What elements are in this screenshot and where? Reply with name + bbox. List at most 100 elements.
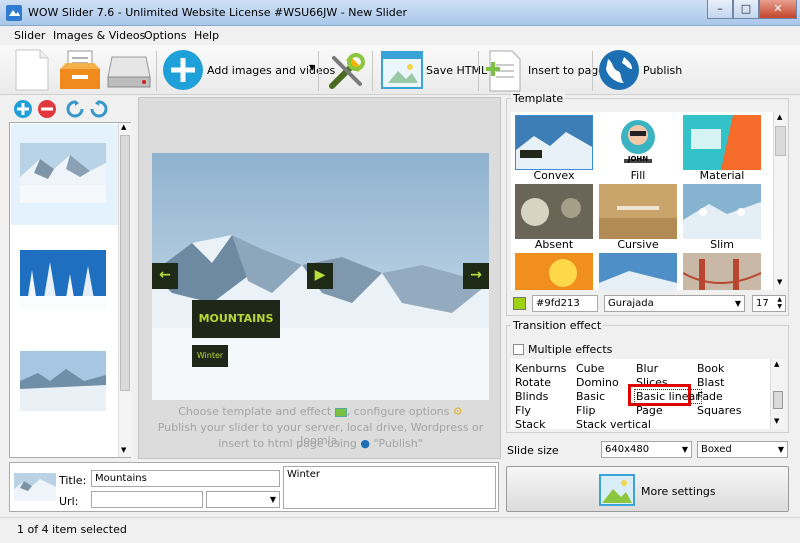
spin-icon: ▲ ▼ — [777, 296, 782, 310]
menu-options[interactable]: Options — [144, 29, 186, 42]
font-size-stepper[interactable]: 17 ▲ ▼ — [752, 295, 786, 312]
template-absent[interactable] — [515, 184, 593, 239]
add-dropdown-caret-icon[interactable]: ▼ — [309, 63, 315, 72]
add-slide-icon[interactable] — [13, 99, 33, 119]
options-hint-icon: ⚙ — [452, 405, 463, 418]
rotate-right-icon[interactable] — [90, 100, 108, 118]
selected-effect-highlight[interactable]: Basic linear — [628, 384, 702, 406]
close-button[interactable]: ✕ — [759, 0, 797, 19]
settings-tools-icon[interactable] — [326, 50, 368, 92]
menu-bar: Slider Images & Videos Options Help — [0, 27, 800, 45]
menu-images-videos[interactable]: Images & Videos — [53, 29, 145, 42]
maximize-button[interactable]: □ — [733, 0, 759, 19]
rotate-left-icon[interactable] — [66, 100, 84, 118]
app-icon — [6, 5, 22, 21]
add-images-label[interactable]: Add images and videos — [207, 64, 335, 77]
insert-to-page-label[interactable]: Insert to page — [528, 64, 605, 77]
publish-globe-icon[interactable] — [598, 49, 640, 91]
url-target-select[interactable]: ▼ — [206, 491, 280, 508]
slider-preview: ← ▶ → MOUNTAINS Winter Choose template a… — [138, 97, 501, 459]
effect-rotate[interactable]: Rotate — [515, 376, 551, 389]
color-swatch[interactable] — [513, 297, 526, 310]
font-select[interactable]: Gurajada ▼ — [604, 295, 745, 312]
chevron-down-icon: ▼ — [269, 495, 276, 504]
publish-label[interactable]: Publish — [643, 64, 682, 77]
slide-thumbnail-3[interactable] — [20, 351, 106, 411]
title-bar: WOW Slider 7.6 - Unlimited Website Licen… — [0, 0, 800, 26]
effect-cube[interactable]: Cube — [576, 362, 604, 375]
template-fill[interactable]: JOHN — [599, 115, 677, 170]
transition-group: Transition effect Multiple effects Kenbu… — [506, 319, 789, 433]
slide-size-select[interactable]: 640x480 ▼ — [601, 441, 692, 458]
template-label: Convex — [533, 169, 575, 182]
insert-to-page-icon[interactable] — [484, 49, 524, 93]
url-label: Url: — [59, 495, 79, 508]
effect-stack-vertical[interactable]: Stack vertical — [576, 418, 651, 429]
template-scrollbar[interactable]: ▲ ▼ — [773, 112, 787, 290]
hint-line-3: insert to html page using ● "Publish" — [218, 437, 423, 450]
template-cursive[interactable] — [599, 184, 677, 239]
settings-image-icon — [599, 474, 635, 506]
slide-list[interactable] — [9, 122, 131, 458]
more-settings-button[interactable]: More settings — [506, 466, 789, 512]
slide-thumbnail-2[interactable] — [20, 250, 106, 310]
save-html-icon[interactable] — [380, 50, 424, 92]
template-group-label: Template — [511, 92, 566, 105]
item-properties-panel: Title: Mountains Url: ▼ Winter — [9, 462, 499, 512]
slide-mode-select[interactable]: Boxed ▼ — [697, 441, 788, 458]
template-material[interactable] — [683, 115, 761, 170]
effect-basic[interactable]: Basic — [576, 390, 605, 403]
effect-domino[interactable]: Domino — [576, 376, 619, 389]
status-bar: 1 of 4 item selected — [0, 517, 800, 543]
transition-group-label: Transition effect — [511, 319, 604, 332]
color-value-field[interactable]: #9fd213 — [532, 295, 598, 312]
title-label: Title: — [59, 474, 87, 487]
description-field[interactable]: Winter — [283, 466, 496, 509]
multiple-effects-label[interactable]: Multiple effects — [528, 343, 612, 356]
effect-list-scrollbar[interactable]: ▲ ▼ — [770, 359, 785, 429]
open-folder-icon[interactable] — [58, 49, 102, 91]
effect-blast[interactable]: Blast — [697, 376, 724, 389]
template-group: Template Convex JOHN Fill Material Absen… — [506, 92, 789, 316]
remove-slide-icon[interactable] — [37, 99, 57, 119]
menu-help[interactable]: Help — [194, 29, 219, 42]
effect-book[interactable]: Book — [697, 362, 724, 375]
effect-stack[interactable]: Stack — [515, 418, 545, 429]
title-field[interactable]: Mountains — [91, 470, 280, 487]
effect-fly[interactable]: Fly — [515, 404, 531, 417]
add-icon[interactable] — [162, 49, 204, 91]
template-thumbnail[interactable] — [515, 253, 593, 290]
multiple-effects-checkbox[interactable] — [513, 344, 524, 355]
chevron-down-icon: ▼ — [777, 445, 784, 454]
slide-list-scrollbar[interactable]: ▲ ▼ — [118, 123, 131, 457]
effect-list[interactable]: Kenburns Rotate Blinds Fly Stack Cube Do… — [511, 359, 771, 429]
slide-caption-subtitle: Winter — [192, 345, 228, 367]
prev-arrow-button[interactable]: ← — [152, 263, 178, 289]
template-thumbnail[interactable] — [599, 253, 677, 290]
hint-line-1: Choose template and effect , configure o… — [178, 405, 463, 418]
play-button[interactable]: ▶ — [307, 263, 333, 289]
effect-blinds[interactable]: Blinds — [515, 390, 548, 403]
template-thumbnail[interactable] — [683, 253, 761, 290]
effect-squares[interactable]: Squares — [697, 404, 741, 417]
fill-template-name: JOHN — [627, 155, 649, 163]
template-convex[interactable] — [515, 115, 593, 170]
effect-flip[interactable]: Flip — [576, 404, 595, 417]
menu-slider[interactable]: Slider — [14, 29, 45, 42]
url-field[interactable] — [91, 491, 203, 508]
effect-blur[interactable]: Blur — [636, 362, 658, 375]
template-gallery[interactable]: Convex JOHN Fill Material Absent Cursive… — [511, 112, 773, 290]
next-arrow-button[interactable]: → — [463, 263, 489, 289]
template-slim[interactable] — [683, 184, 761, 239]
effect-kenburns[interactable]: Kenburns — [515, 362, 566, 375]
save-drive-icon[interactable] — [106, 53, 152, 89]
new-document-icon[interactable] — [14, 48, 50, 92]
slide-thumbnail-1[interactable] — [20, 143, 106, 203]
chevron-down-icon: ▼ — [681, 445, 688, 454]
minimize-button[interactable]: – — [707, 0, 733, 19]
chevron-down-icon: ▼ — [734, 299, 741, 308]
item-thumbnail — [14, 473, 56, 501]
slide-size-label: Slide size — [507, 444, 559, 457]
effect-basic-linear[interactable]: Basic linear — [634, 389, 702, 404]
template-label: Slim — [710, 238, 734, 251]
